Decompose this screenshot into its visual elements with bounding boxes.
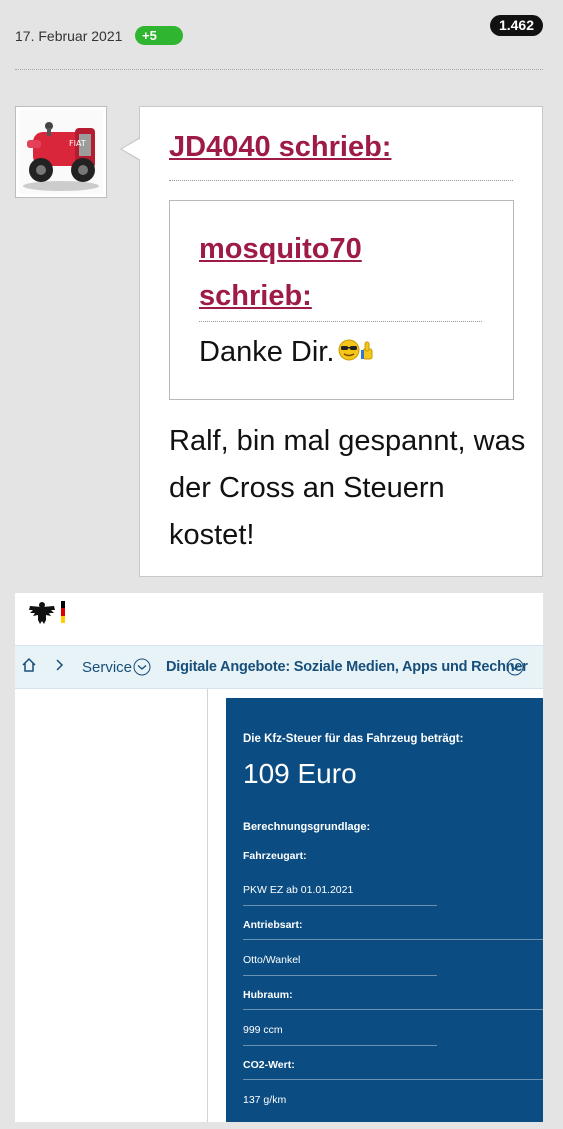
row-divider [243, 939, 543, 940]
header-divider [15, 69, 543, 70]
post-header: 17. Februar 2021 +5 1.462 [0, 0, 563, 72]
inner-quote-text: Danke Dir. [199, 336, 335, 368]
inner-quote-divider [199, 321, 482, 322]
result-amount: 109 Euro [243, 758, 357, 789]
row-divider [243, 905, 437, 906]
row-label-co2: CO2-Wert: [243, 1059, 295, 1071]
row-label-displacement: Hubraum: [243, 989, 293, 1001]
breadcrumb-current[interactable]: Digitale Angebote: Soziale Medien, Apps … [166, 659, 528, 675]
post-count-badge[interactable]: 1.462 [489, 15, 543, 36]
chevron-down-icon[interactable] [133, 658, 151, 681]
tax-result-panel: Die Kfz-Steuer für das Fahrzeug beträgt:… [226, 698, 543, 1122]
home-icon[interactable] [21, 657, 37, 678]
attached-screenshot[interactable]: Service Digitale Angebote: Soziale Medie… [15, 593, 543, 1122]
row-divider [243, 1009, 543, 1010]
row-divider [243, 975, 437, 976]
german-flag [61, 601, 65, 623]
row-divider [243, 1079, 543, 1080]
avatar-text: FIAT [69, 139, 86, 148]
chevron-right-icon [55, 657, 65, 678]
cool-thumbs-up-icon [338, 337, 378, 370]
row-value-drive-type: Otto/Wankel [243, 954, 301, 966]
row-value-vehicle-type: PKW EZ ab 01.01.2021 [243, 884, 354, 896]
inner-quote: mosquito70 schrieb: Danke Dir. [169, 200, 514, 400]
avatar[interactable]: FIAT [15, 106, 107, 198]
inner-quote-author-link[interactable]: mosquito70 schrieb: [199, 226, 449, 320]
breadcrumb-service[interactable]: Service [82, 659, 132, 676]
outer-quote-divider [169, 180, 513, 181]
chevron-down-icon[interactable] [506, 658, 524, 681]
post-date[interactable]: 17. Februar 2021 [15, 28, 122, 44]
left-column [15, 689, 208, 1122]
row-label-vehicle-type: Fahrzeugart: [243, 850, 307, 862]
inner-quote-text-row: Danke Dir. [199, 336, 378, 370]
post-body-text: Ralf, bin mal gespannt, was der Cross an… [169, 425, 526, 551]
result-basis-label: Berechnungsgrundlage: [243, 821, 371, 833]
post-message: JD4040 schrieb: mosquito70 schrieb: Dank… [120, 106, 543, 577]
outer-quote-author-link[interactable]: JD4040 schrieb: [169, 131, 391, 164]
row-value-co2: 137 g/km [243, 1094, 287, 1106]
row-label-drive-type: Antriebsart: [243, 919, 303, 931]
race-car-icon: FIAT [19, 110, 103, 194]
result-heading: Die Kfz-Steuer für das Fahrzeug beträgt: [243, 733, 464, 745]
reaction-badge[interactable]: +5 [135, 26, 183, 45]
avatar-image: FIAT [19, 110, 103, 194]
breadcrumb: Service Digitale Angebote: Soziale Medie… [15, 645, 543, 689]
row-divider [243, 1045, 437, 1046]
row-value-displacement: 999 ccm [243, 1024, 283, 1036]
federal-eagle-icon [27, 600, 57, 631]
